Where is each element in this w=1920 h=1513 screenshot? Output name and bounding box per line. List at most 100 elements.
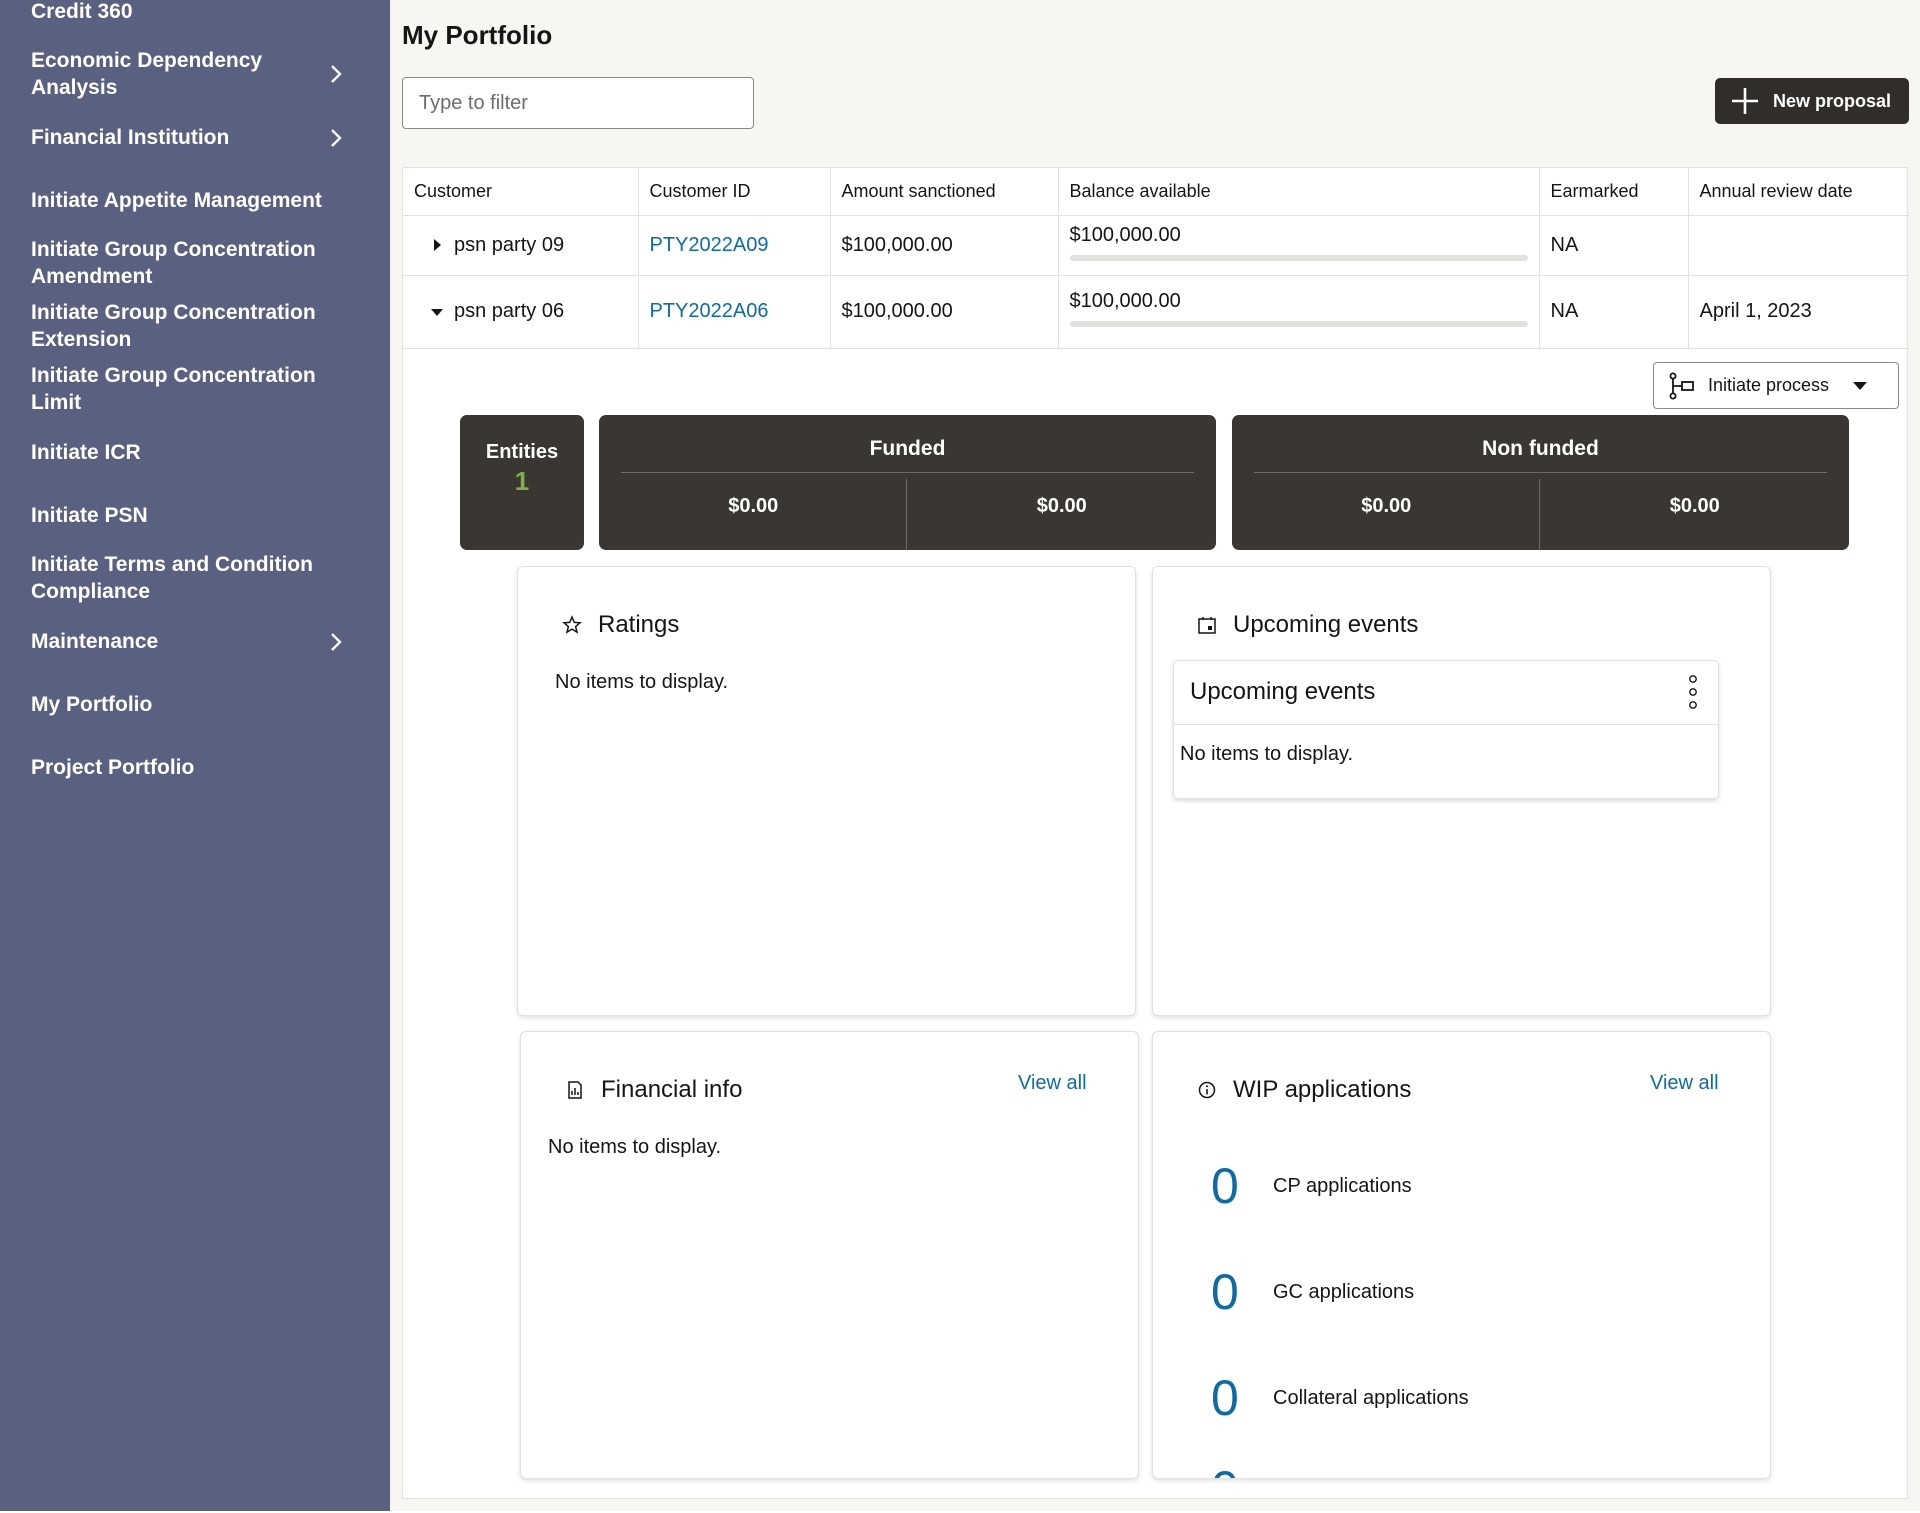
sidebar-item-initiate-psn[interactable]: Initiate PSN — [31, 502, 351, 529]
wip-item-collateral-applications[interactable]: 0 Collateral applications — [1211, 1373, 1469, 1423]
ratings-card-header: Ratings — [562, 611, 679, 639]
page-title: My Portfolio — [402, 20, 553, 50]
table-header-row: Customer Customer ID Amount sanctioned B… — [403, 168, 1909, 216]
sidebar-item-initiate-appetite-management[interactable]: Initiate Appetite Management — [31, 187, 351, 214]
customer-id-link[interactable]: PTY2022A09 — [650, 234, 769, 256]
sidebar-item-initiate-group-concentration-amendment[interactable]: Initiate Group Concentration Amendment — [31, 236, 351, 290]
balance-available-cell: $100,000.00 — [1058, 215, 1540, 276]
balance-available-value: $100,000.00 — [1069, 223, 1181, 246]
financial-info-view-all-link[interactable]: View all — [1018, 1072, 1087, 1095]
upcoming-events-inner-card: Upcoming events No items to display. — [1173, 660, 1719, 799]
non-funded-value-2: $0.00 — [1669, 495, 1720, 517]
sidebar-item-label: Initiate ICR — [31, 441, 141, 464]
sidebar-item-maintenance[interactable]: Maintenance — [31, 628, 346, 655]
wip-label: CP applications — [1273, 1174, 1412, 1197]
sidebar-nav: Credit 360 Economic Dependency Analysis … — [0, 0, 390, 1511]
chevron-right-icon — [326, 125, 346, 151]
amount-sanctioned-cell: $100,000.00 — [830, 275, 1059, 349]
new-proposal-label: New proposal — [1773, 90, 1892, 111]
funded-tile: Funded $0.00 $0.00 — [599, 415, 1216, 550]
column-header-amount-sanctioned[interactable]: Amount sanctioned — [830, 168, 1059, 216]
non-funded-tile: Non funded $0.00 $0.00 — [1232, 415, 1849, 550]
sidebar-item-initiate-group-concentration-extension[interactable]: Initiate Group Concentration Extension — [31, 299, 351, 353]
wip-count: 0 — [1211, 1370, 1239, 1426]
funded-value-2: $0.00 — [1036, 495, 1087, 517]
financial-info-title: Financial info — [601, 1076, 743, 1103]
entities-label: Entities — [485, 441, 559, 463]
balance-available-cell: $100,000.00 — [1058, 275, 1540, 349]
wip-item-cp-applications[interactable]: 0 CP applications — [1211, 1161, 1412, 1211]
wip-label: GC applications — [1273, 1280, 1415, 1303]
upcoming-events-card-header: Upcoming events — [1197, 611, 1418, 639]
sidebar-item-label: Initiate Group Concentration Amendment — [31, 238, 316, 288]
chevron-right-icon — [326, 61, 346, 87]
wip-item-gc-applications[interactable]: 0 GC applications — [1211, 1267, 1414, 1317]
table-row[interactable]: psn party 09 PTY2022A09 $100,000.00 $100… — [403, 215, 1909, 276]
initiate-process-label: Initiate process — [1708, 375, 1830, 395]
customer-id-cell: PTY2022A06 — [638, 275, 831, 349]
ratings-title: Ratings — [598, 611, 680, 638]
funded-value-1: $0.00 — [728, 495, 779, 517]
non-funded-value-1: $0.00 — [1361, 495, 1412, 517]
entities-count: 1 — [514, 466, 530, 496]
customer-id-cell: PTY2022A09 — [638, 215, 831, 276]
column-header-annual-review-date[interactable]: Annual review date — [1688, 168, 1909, 216]
main-content: My Portfolio New proposal Customer Custo… — [390, 0, 1920, 1511]
portfolio-panel: Customer Customer ID Amount sanctioned B… — [402, 167, 1909, 1499]
wip-count: 0 — [1211, 1264, 1239, 1320]
column-header-customer[interactable]: Customer — [403, 168, 639, 216]
financial-info-card: Financial info View all No items to disp… — [520, 1031, 1139, 1479]
sidebar-item-initiate-group-concentration-limit[interactable]: Initiate Group Concentration Limit — [31, 362, 351, 416]
wip-count: 0 — [1211, 1464, 1273, 1478]
customer-id-link[interactable]: PTY2022A06 — [650, 300, 769, 322]
inner-card-title: Upcoming events — [1190, 678, 1376, 705]
entities-tile: Entities 1 — [460, 415, 584, 550]
sidebar-item-my-portfolio[interactable]: My Portfolio — [31, 691, 351, 718]
calendar-icon — [1198, 617, 1216, 634]
column-header-customer-id[interactable]: Customer ID — [638, 168, 831, 216]
ratings-empty-text: No items to display. — [555, 671, 729, 693]
filter-input[interactable] — [402, 77, 754, 129]
table-row[interactable]: psn party 06 PTY2022A06 $100,000.00 $100… — [403, 275, 1909, 349]
portfolio-table: Customer Customer ID Amount sanctioned B… — [403, 168, 1909, 349]
sidebar-item-label: Credit 360 — [31, 0, 133, 23]
initiate-process-button[interactable]: Initiate process — [1653, 362, 1899, 409]
wip-applications-view-all-link[interactable]: View all — [1650, 1072, 1719, 1095]
financial-info-card-header: Financial info — [565, 1076, 742, 1104]
sidebar-item-label: Initiate PSN — [31, 504, 148, 527]
caret-right-icon[interactable] — [428, 236, 446, 254]
annual-review-date-cell: April 1, 2023 — [1688, 275, 1909, 349]
sidebar-item-label: Initiate Group Concentration Limit — [31, 364, 316, 414]
wip-label: Collateral applications — [1273, 1386, 1469, 1409]
column-header-balance-available[interactable]: Balance available — [1058, 168, 1540, 216]
caret-down-icon — [1853, 381, 1868, 390]
upcoming-events-empty-text: No items to display. — [1180, 743, 1354, 765]
sidebar-item-financial-institution[interactable]: Financial Institution — [31, 124, 346, 151]
balance-progress-bar — [1069, 321, 1528, 327]
customer-cell: psn party 09 — [403, 215, 639, 276]
upcoming-events-card: Upcoming events Upcoming events No items… — [1152, 566, 1771, 1016]
sidebar-item-label: Economic Dependency Analysis — [31, 49, 263, 99]
sidebar-item-label: Initiate Appetite Management — [31, 189, 322, 212]
caret-down-icon[interactable] — [428, 303, 446, 321]
upcoming-events-title: Upcoming events — [1233, 611, 1419, 638]
funded-label: Funded — [621, 437, 1194, 473]
non-funded-label: Non funded — [1254, 437, 1827, 473]
new-proposal-button[interactable]: New proposal — [1715, 78, 1909, 124]
amount-sanctioned-cell: $100,000.00 — [830, 215, 1059, 276]
ratings-card: Ratings No items to display. — [517, 566, 1136, 1016]
sidebar-item-credit-360[interactable]: Credit 360 — [31, 0, 351, 25]
sidebar-item-initiate-icr[interactable]: Initiate ICR — [31, 439, 351, 466]
sidebar-item-initiate-terms-and-condition-compliance[interactable]: Initiate Terms and Condition Compliance — [31, 551, 351, 605]
customer-cell: psn party 06 — [403, 275, 639, 349]
earmarked-cell: NA — [1539, 275, 1689, 349]
sidebar-item-project-portfolio[interactable]: Project Portfolio — [31, 754, 351, 781]
chevron-right-icon — [326, 629, 346, 655]
sidebar-item-economic-dependency-analysis[interactable]: Economic Dependency Analysis — [31, 47, 346, 101]
wip-count: 0 — [1211, 1158, 1239, 1214]
earmarked-cell: NA — [1539, 215, 1689, 276]
sidebar-item-label: Project Portfolio — [31, 756, 195, 779]
column-header-earmarked[interactable]: Earmarked — [1539, 168, 1689, 216]
wip-item-partial[interactable]: 0 — [1211, 1464, 1273, 1478]
kebab-menu-icon[interactable] — [1686, 673, 1700, 711]
